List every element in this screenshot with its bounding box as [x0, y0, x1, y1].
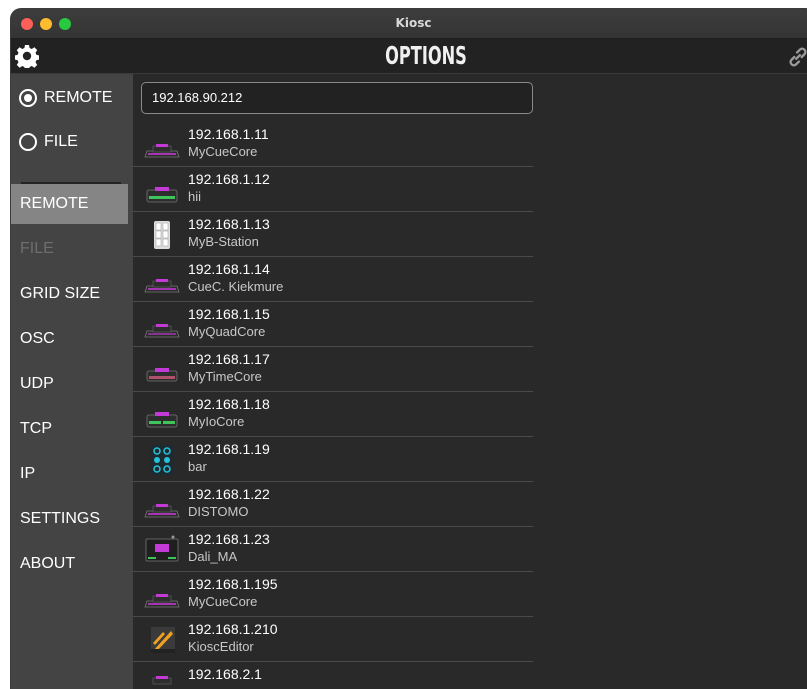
radio-file-label: FILE	[44, 133, 78, 150]
sidebar-item-remote[interactable]: REMOTE	[11, 184, 128, 224]
timecore-device-icon	[146, 368, 178, 382]
dali-device-icon	[145, 535, 179, 562]
device-ip: 192.168.1.11	[188, 126, 269, 142]
sidebar-item-osc[interactable]: OSC	[11, 319, 128, 359]
button-pad-device-icon	[151, 445, 173, 475]
device-ip: 192.168.1.14	[188, 261, 270, 277]
cuecore-device-icon	[144, 594, 180, 608]
device-row[interactable]: 192.168.1.17 MyTimeCore	[133, 347, 533, 392]
device-row[interactable]: 192.168.1.18 MyIoCore	[133, 392, 533, 437]
cuecore-device-icon	[152, 676, 172, 685]
link-icon[interactable]	[787, 46, 807, 68]
radio-unchecked-icon	[19, 133, 37, 151]
device-name: MyTimeCore	[188, 369, 262, 384]
device-row[interactable]: 192.168.1.210 KioscEditor	[133, 617, 533, 662]
cuecore-device-icon	[144, 279, 180, 293]
device-name: MyCueCore	[188, 594, 258, 609]
device-name: MyCueCore	[188, 144, 258, 159]
sidebar-item-ip[interactable]: IP	[11, 454, 128, 494]
device-row[interactable]: 192.168.1.13 MyB-Station	[133, 212, 533, 257]
device-name: bar	[188, 459, 207, 474]
kiosc-editor-icon	[151, 627, 175, 653]
device-name: KioscEditor	[188, 639, 254, 654]
device-row[interactable]: 192.168.1.23 Dali_MA	[133, 527, 533, 572]
device-row[interactable]: 192.168.1.22 DISTOMO	[133, 482, 533, 527]
gear-icon[interactable]	[15, 44, 39, 68]
device-name: DISTOMO	[188, 504, 249, 519]
device-ip: 192.168.1.12	[188, 171, 270, 187]
b-station-device-icon	[154, 221, 170, 249]
options-header: OPTIONS	[11, 39, 807, 74]
device-row[interactable]: 192.168.1.14 CueC. Kiekmure	[133, 257, 533, 302]
device-ip: 192.168.1.18	[188, 396, 270, 412]
quadcore-device-icon	[144, 324, 180, 338]
device-row[interactable]: 192.168.1.195 MyCueCore	[133, 572, 533, 617]
device-name: MyIoCore	[188, 414, 245, 429]
sidebar-item-about[interactable]: ABOUT	[11, 544, 128, 584]
sidebar-item-file: FILE	[20, 240, 54, 257]
app-window: Kiosc OPTIONS REMOTE FILE REMOTE FILE GR…	[11, 9, 807, 689]
device-name: MyQuadCore	[188, 324, 266, 339]
ip-address-input[interactable]: 192.168.90.212	[141, 82, 533, 114]
radio-remote[interactable]: REMOTE	[19, 85, 112, 111]
device-row[interactable]: 192.168.1.11 MyCueCore	[133, 122, 533, 167]
device-name: Dali_MA	[188, 549, 238, 564]
radio-checked-icon	[19, 89, 37, 107]
radio-remote-label: REMOTE	[44, 89, 113, 106]
device-row[interactable]: 192.168.2.1	[133, 662, 533, 689]
device-row[interactable]: 192.168.1.15 MyQuadCore	[133, 302, 533, 347]
cuecore-device-icon	[144, 144, 180, 158]
device-ip: 192.168.1.195	[188, 576, 278, 592]
sidebar-item-settings[interactable]: SETTINGS	[11, 499, 128, 539]
device-name: CueC. Kiekmure	[188, 279, 284, 294]
device-row[interactable]: 192.168.1.12 hii	[133, 167, 533, 212]
device-ip: 192.168.1.17	[188, 351, 270, 367]
device-ip: 192.168.1.15	[188, 306, 270, 322]
sidebar-item-grid-size[interactable]: GRID SIZE	[11, 274, 128, 314]
title-bar: Kiosc	[11, 9, 807, 39]
iocore-device-icon	[146, 412, 178, 428]
radio-file[interactable]: FILE	[19, 129, 78, 155]
device-ip: 192.168.1.210	[188, 621, 278, 637]
main-content: 192.168.90.212 192.168.1.11 MyCueCore 19…	[133, 74, 807, 689]
window-title: Kiosc	[395, 16, 432, 30]
page-title: OPTIONS	[385, 41, 467, 70]
device-ip: 192.168.2.1	[188, 666, 262, 682]
device-ip: 192.168.1.19	[188, 441, 270, 457]
sidebar-item-udp[interactable]: UDP	[11, 364, 128, 404]
iocore-device-icon	[146, 187, 178, 203]
device-row[interactable]: 192.168.1.19 bar	[133, 437, 533, 482]
device-ip: 192.168.1.22	[188, 486, 270, 502]
device-name: hii	[188, 189, 202, 204]
sidebar-item-tcp[interactable]: TCP	[11, 409, 128, 449]
sidebar: REMOTE FILE REMOTE FILE GRID SIZE OSC UD…	[11, 74, 133, 689]
cuecore-device-icon	[144, 504, 180, 518]
device-name: MyB-Station	[188, 234, 259, 249]
device-ip: 192.168.1.13	[188, 216, 270, 232]
device-ip: 192.168.1.23	[188, 531, 270, 547]
